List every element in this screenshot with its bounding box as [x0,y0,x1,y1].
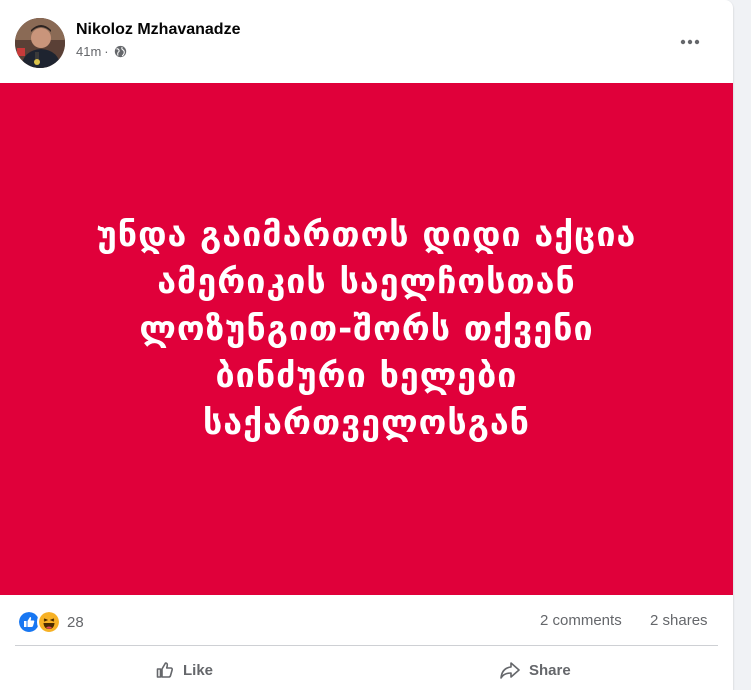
post-card: Nikoloz Mzhavanadze 41m · უნდა გაიმართოს… [0,0,733,690]
reaction-count: 28 [67,613,84,631]
banner-text: უნდა გაიმართოს დიდი აქცია ამერიკის საელჩ… [97,212,637,447]
actions-divider [15,645,718,646]
banner-line: საქართველოსგან [202,402,530,443]
share-button[interactable]: Share [499,652,571,688]
meta-separator: · [104,44,109,59]
post-stats: 28 2 comments 2 shares [0,595,733,645]
page-scrollbar[interactable] [740,0,751,673]
shares-count-link[interactable]: 2 shares [650,612,708,629]
post-header: Nikoloz Mzhavanadze 41m · [0,0,733,82]
more-horizontal-icon [680,39,700,45]
globe-icon [114,45,127,58]
reactions-summary[interactable]: 28 [17,610,84,634]
thumbs-up-icon [156,662,174,678]
comments-count-link[interactable]: 2 comments [540,612,622,629]
like-button-label: Like [183,661,214,679]
post-timestamp[interactable]: 41m [76,44,101,59]
share-arrow-icon [500,662,520,679]
text-background-banner: უნდა გაიმართოს დიდი აქცია ამერიკის საელჩ… [0,83,733,595]
author-name[interactable]: Nikoloz Mzhavanadze [76,21,240,39]
more-options-button[interactable] [672,28,708,56]
share-button-label: Share [529,661,571,679]
like-button[interactable]: Like [155,652,213,688]
banner-line: ლოზუნგით-შორს თქვენი [139,308,594,349]
banner-line: უნდა გაიმართოს დიდი აქცია [96,214,637,255]
author-avatar[interactable] [15,18,65,68]
banner-line: ბინძური ხელები [215,355,518,396]
haha-icon [37,610,61,634]
post-meta: 41m · [76,44,127,59]
banner-line: ამერიკის საელჩოსთან [157,261,576,302]
